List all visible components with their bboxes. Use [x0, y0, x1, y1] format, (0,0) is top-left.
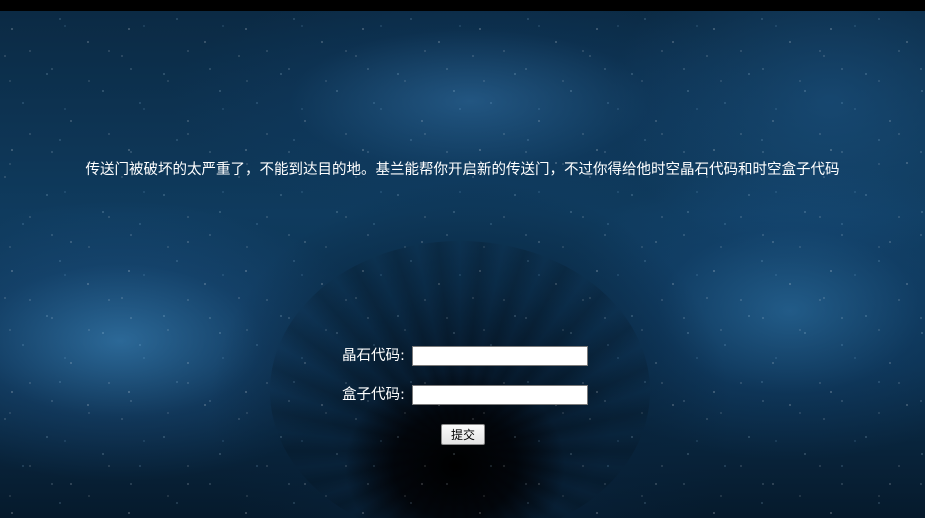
crystal-code-label: 晶石代码: — [342, 348, 405, 364]
box-code-input[interactable] — [412, 385, 588, 405]
box-code-row: 盒子代码: — [342, 384, 588, 406]
crystal-code-input[interactable] — [412, 346, 588, 366]
code-form: 晶石代码: 盒子代码: 提交 — [0, 0, 925, 518]
submit-button[interactable]: 提交 — [441, 424, 485, 445]
box-code-label: 盒子代码: — [342, 387, 405, 403]
crystal-code-row: 晶石代码: — [342, 345, 588, 367]
